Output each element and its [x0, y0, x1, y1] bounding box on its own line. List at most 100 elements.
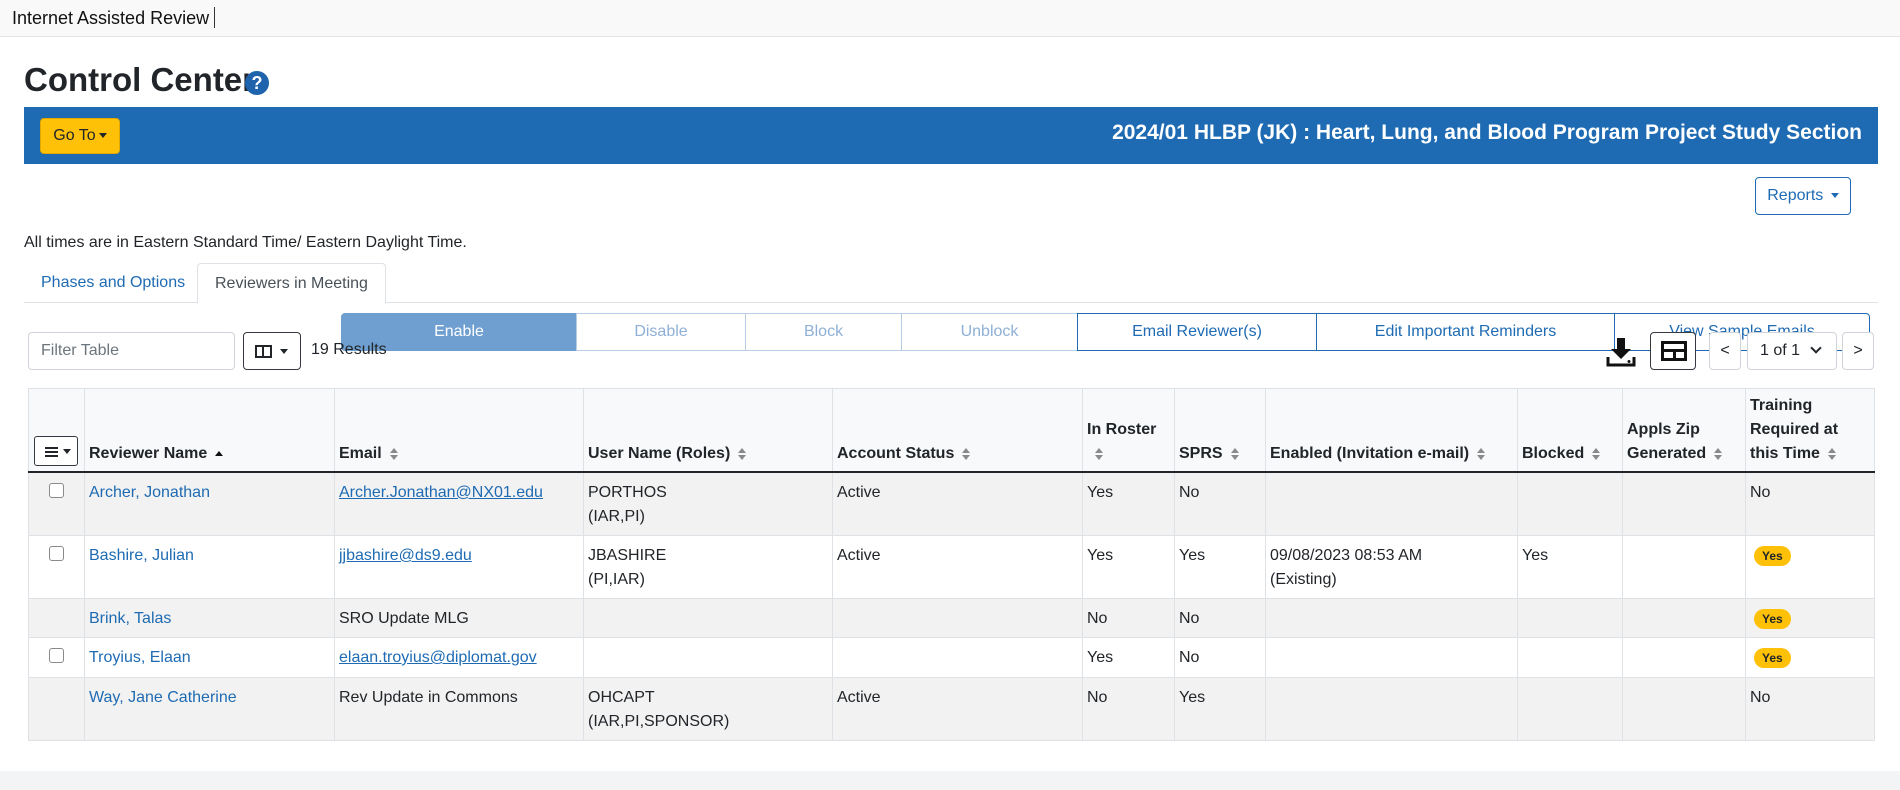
training-required-cell: Yes	[1745, 535, 1875, 599]
column-header-email[interactable]: Email	[334, 388, 584, 473]
enabled-cell	[1265, 471, 1518, 536]
next-page-button[interactable]: >	[1842, 332, 1874, 370]
reviewer-name-link[interactable]: Troyius, Elaan	[89, 649, 191, 666]
column-header-training-required[interactable]: Training Required at this Time	[1745, 388, 1875, 473]
email-text: Rev Update in Commons	[339, 689, 518, 706]
email-link[interactable]: jjbashire@ds9.edu	[339, 547, 472, 564]
enabled-cell	[1265, 677, 1518, 741]
table-row: Way, Jane Catherine Rev Update in Commons…	[28, 677, 1875, 741]
edit-important-reminders-button[interactable]: Edit Important Reminders	[1316, 313, 1615, 351]
select-cell	[28, 637, 85, 678]
column-header-account-status[interactable]: Account Status	[832, 388, 1083, 473]
training-value: No	[1750, 484, 1771, 501]
user-name: OHCAPT	[588, 689, 655, 706]
reviewer-action-buttons: Enable Disable Block Unblock Email Revie…	[341, 313, 1870, 351]
reports-label: Reports	[1767, 187, 1824, 204]
reports-button[interactable]: Reports	[1755, 177, 1851, 215]
table-view-button[interactable]	[1650, 332, 1696, 370]
sprs-cell: No	[1174, 637, 1266, 678]
question-circle-icon[interactable]: ?	[245, 71, 269, 95]
email-link[interactable]: elaan.troyius@diplomat.gov	[339, 649, 537, 666]
in-roster-cell: No	[1082, 598, 1175, 638]
email-cell: SRO Update MLG	[334, 598, 584, 638]
row-checkbox[interactable]	[49, 483, 64, 498]
table-row: Archer, Jonathan Archer.Jonathan@NX01.edu…	[28, 471, 1875, 536]
training-required-cell: No	[1745, 471, 1875, 536]
training-badge: Yes	[1754, 609, 1791, 629]
column-header-appls-zip[interactable]: Appls Zip Generated	[1622, 388, 1746, 473]
unblock-button[interactable]: Unblock	[901, 313, 1078, 351]
in-roster-value: No	[1087, 610, 1108, 627]
app-title[interactable]: Internet Assisted Review	[12, 8, 209, 29]
reviewer-name-cell: Way, Jane Catherine	[84, 677, 335, 741]
row-checkbox[interactable]	[49, 648, 64, 663]
sprs-value: No	[1179, 484, 1200, 501]
column-header-in-roster[interactable]: In Roster	[1082, 388, 1175, 473]
column-label: Reviewer Name	[89, 445, 208, 462]
column-header-blocked[interactable]: Blocked	[1517, 388, 1623, 473]
select-cell	[28, 471, 85, 536]
user-roles: (IAR,PI)	[588, 508, 645, 525]
in-roster-value: Yes	[1087, 484, 1114, 501]
disable-button[interactable]: Disable	[576, 313, 746, 351]
column-header-enabled[interactable]: Enabled (Invitation e-mail)	[1265, 388, 1518, 473]
account-status-cell: Active	[832, 471, 1083, 536]
column-label: Account Status	[837, 445, 955, 462]
training-badge: Yes	[1754, 546, 1791, 566]
sprs-cell: No	[1174, 598, 1266, 638]
sprs-cell: Yes	[1174, 677, 1266, 741]
column-header-sprs[interactable]: SPRS	[1174, 388, 1266, 473]
account-status: Active	[837, 547, 881, 564]
row-menu-button[interactable]	[34, 436, 78, 466]
sort-ascending-icon	[215, 448, 224, 460]
block-button[interactable]: Block	[745, 313, 902, 351]
user-name-cell: OHCAPT (IAR,PI,SPONSOR)	[583, 677, 833, 741]
column-header-reviewer-name[interactable]: Reviewer Name	[84, 388, 335, 473]
row-checkbox[interactable]	[49, 546, 64, 561]
blocked-cell: Yes	[1517, 535, 1623, 599]
filter-table-input[interactable]	[28, 332, 235, 370]
in-roster-cell: Yes	[1082, 471, 1175, 536]
sprs-value: No	[1179, 649, 1200, 666]
user-name-cell	[583, 637, 833, 678]
email-link[interactable]: Archer.Jonathan@NX01.edu	[339, 484, 543, 501]
sort-icon	[1095, 447, 1103, 460]
sprs-cell: Yes	[1174, 535, 1266, 599]
email-reviewers-button[interactable]: Email Reviewer(s)	[1077, 313, 1317, 351]
column-label: In Roster	[1087, 421, 1157, 438]
page-select[interactable]: 1 of 1	[1747, 332, 1837, 370]
account-status: Active	[837, 484, 881, 501]
blocked-cell	[1517, 637, 1623, 678]
caret-down-icon	[98, 133, 107, 139]
sort-icon	[962, 447, 971, 460]
training-required-cell: Yes	[1745, 637, 1875, 678]
select-cell	[28, 598, 85, 638]
enabled-date: 09/08/2023 08:53 AM	[1270, 547, 1423, 564]
reviewer-name-link[interactable]: Bashire, Julian	[89, 547, 194, 564]
in-roster-cell: Yes	[1082, 535, 1175, 599]
page-select-value: 1 of 1	[1760, 342, 1801, 359]
user-roles: (PI,IAR)	[588, 571, 645, 588]
table-view-icon	[1661, 341, 1687, 361]
results-count: 19 Results	[311, 341, 387, 358]
reviewer-name-link[interactable]: Archer, Jonathan	[89, 484, 210, 501]
go-to-button[interactable]: Go To	[40, 118, 120, 154]
in-roster-cell: No	[1082, 677, 1175, 741]
reviewer-name-link[interactable]: Brink, Talas	[89, 610, 171, 627]
in-roster-cell: Yes	[1082, 637, 1175, 678]
column-header-user-name[interactable]: User Name (Roles)	[583, 388, 833, 473]
column-selector-button[interactable]	[243, 332, 301, 370]
in-roster-value: Yes	[1087, 547, 1114, 564]
caret-down-icon	[280, 349, 288, 354]
previous-page-button[interactable]: <	[1709, 332, 1741, 370]
reviewer-name-link[interactable]: Way, Jane Catherine	[89, 689, 237, 706]
sort-icon	[738, 447, 747, 460]
reviewer-name-cell: Brink, Talas	[84, 598, 335, 638]
tab-reviewers-in-meeting[interactable]: Reviewers in Meeting	[197, 263, 386, 304]
enabled-cell	[1265, 637, 1518, 678]
training-required-cell: No	[1745, 677, 1875, 741]
tab-phases-and-options[interactable]: Phases and Options	[24, 263, 202, 304]
download-icon[interactable]	[1606, 337, 1636, 367]
enabled-note: (Existing)	[1270, 571, 1337, 588]
account-status-cell: Active	[832, 535, 1083, 599]
